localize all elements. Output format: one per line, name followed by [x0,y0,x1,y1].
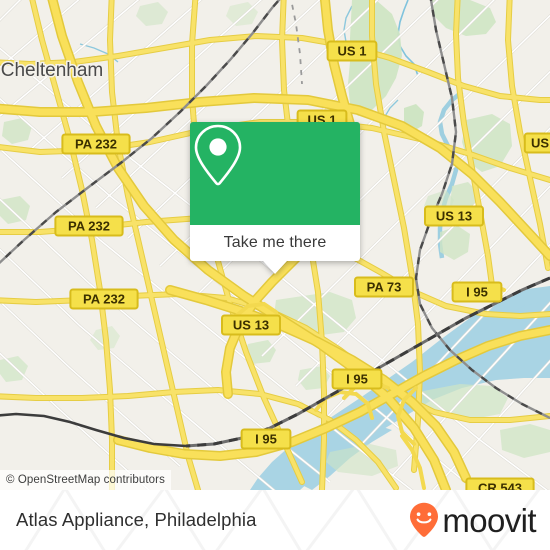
road-shield-label: PA 232 [83,292,125,307]
road-shield-label: PA 73 [367,280,402,295]
road-shield-label: CR 543 [478,481,522,490]
map-canvas[interactable]: US 1 US 1 PA 232 PA 232 PA 232 US 13 US US 13 PA… [0,0,550,490]
road-shield: US 1 [326,40,378,62]
road-shield: PA 232 [61,133,131,155]
place-title: Atlas Appliance, Philadelphia [16,509,257,530]
take-me-there-button[interactable]: Take me there [190,225,360,261]
road-shield-label: PA 232 [68,219,110,234]
road-shield: US 13 [221,314,281,336]
road-shield: I 95 [331,368,383,390]
popup-marker-panel [190,122,360,225]
road-shield: I 95 [240,428,292,450]
moovit-place-map-screenshot: US 1 US 1 PA 232 PA 232 PA 232 US 13 US US 13 PA… [0,0,550,550]
road-shield: I 95 [451,281,503,303]
road-shield-label: I 95 [466,285,488,300]
road-shield: CR 543 [465,477,535,490]
road-shield-label: US 13 [436,209,472,224]
road-shield: US [523,132,550,154]
footer-bar: Atlas Appliance, Philadelphia moovit [0,490,550,550]
road-shield-label: US 1 [338,44,367,59]
road-shield-label: US [531,136,549,151]
place-popup-card[interactable]: Take me there [190,122,360,274]
map-pin-icon [194,124,242,186]
road-shield: PA 73 [354,276,414,298]
road-shield-label: I 95 [255,432,277,447]
road-shield: PA 232 [54,215,124,237]
popup-tail-pointer [263,261,287,274]
osm-attribution: © OpenStreetMap contributors [0,470,171,490]
moovit-smiley-pin-icon [410,502,439,537]
road-shield: PA 232 [69,288,139,310]
moovit-wordmark: moovit [442,501,536,539]
road-shield-label: US 13 [233,318,269,333]
city-label: Cheltenham [1,60,103,81]
osm-attribution-text: © OpenStreetMap contributors [6,474,165,486]
moovit-logo[interactable]: moovit [409,501,537,539]
take-me-there-label: Take me there [223,234,327,251]
road-shield-label: I 95 [346,372,368,387]
road-shield: US 13 [424,205,484,227]
road-shield-label: PA 232 [75,137,117,152]
place-label-layer: Cheltenham [0,59,105,83]
